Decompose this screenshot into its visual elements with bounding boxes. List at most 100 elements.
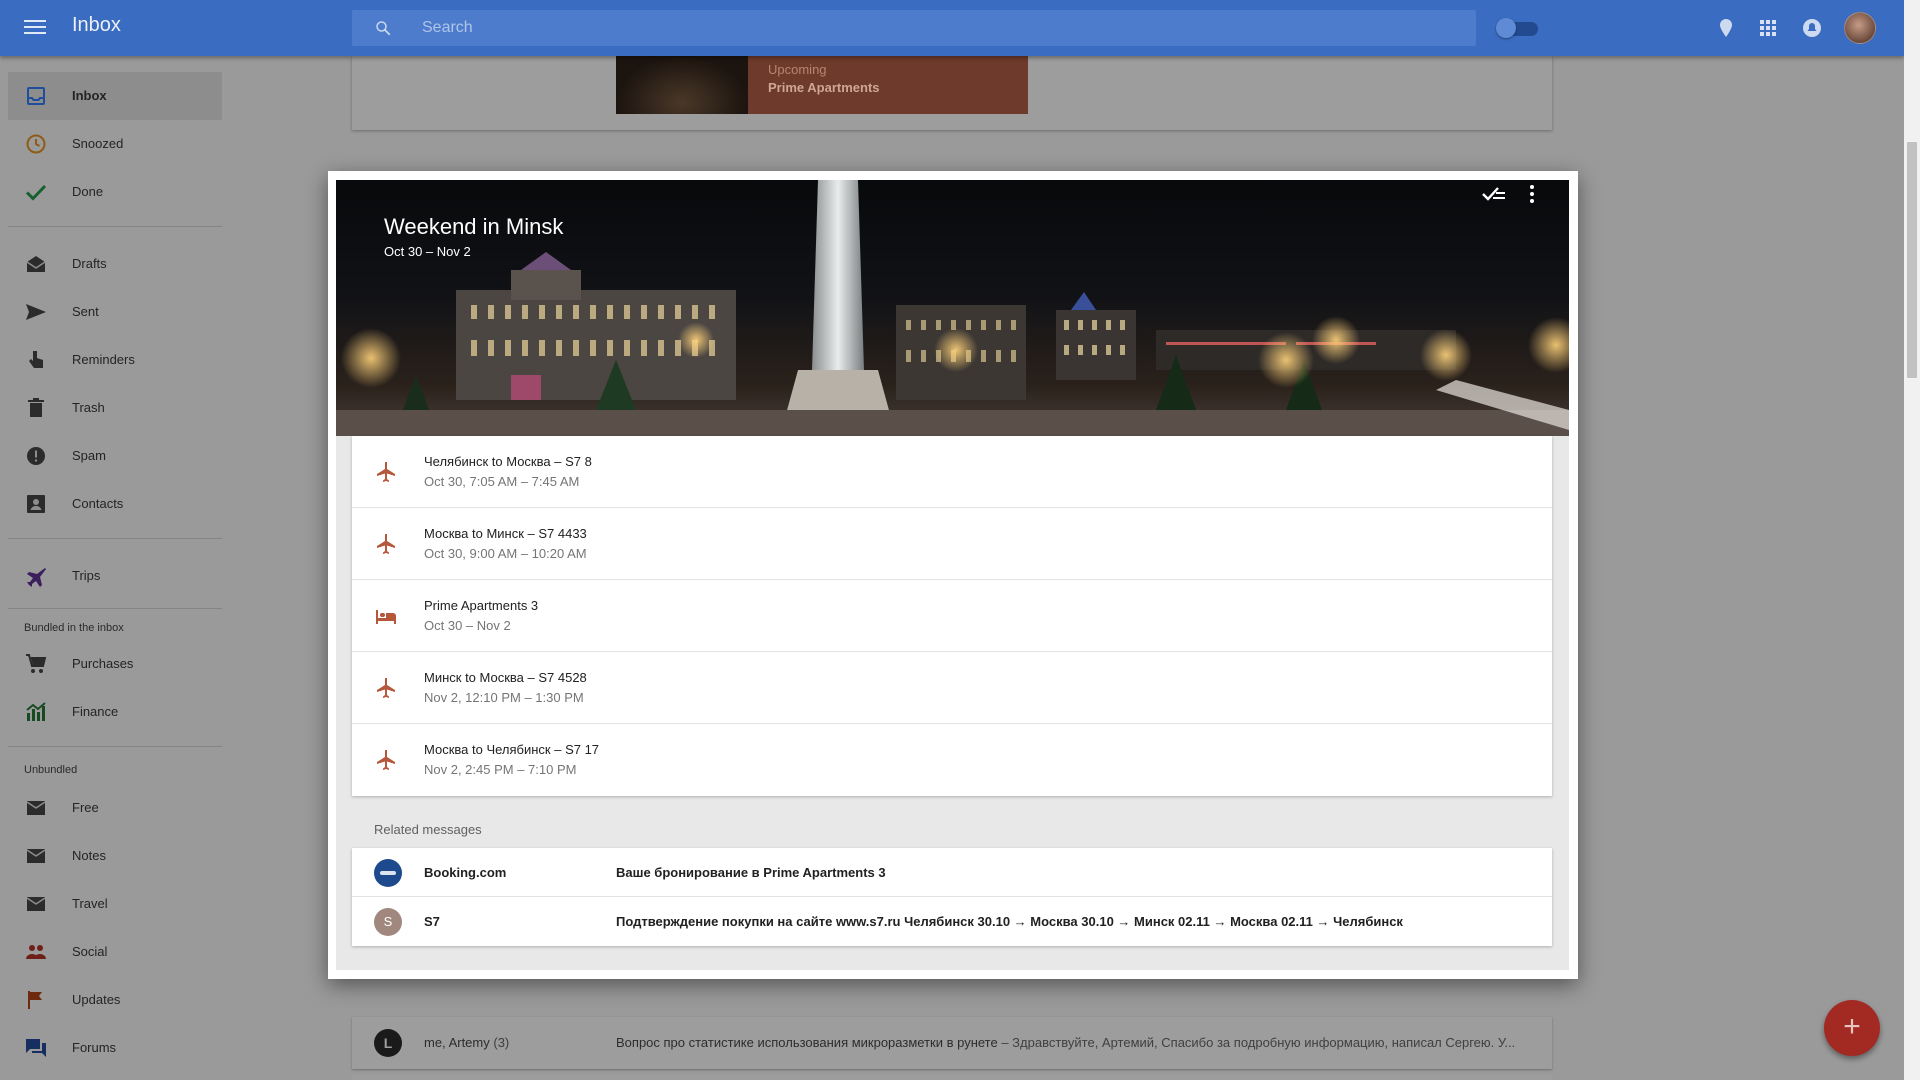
apps-grid-icon[interactable] (1756, 16, 1780, 40)
upcoming-thumbnail (616, 56, 748, 114)
sidebar-item-label: Updates (72, 992, 121, 1007)
page-scrollbar[interactable] (1904, 0, 1920, 1080)
upcoming-preview[interactable]: Upcoming Prime Apartments (616, 56, 1028, 114)
reservation-title: Москва to Минск – S7 4433 (424, 526, 587, 541)
check-icon (25, 184, 47, 201)
search-input[interactable] (422, 10, 1322, 46)
message-snippet: – Здравствуйте, Артемий, Спасибо за подр… (997, 1035, 1516, 1050)
notifications-icon[interactable] (1800, 16, 1824, 40)
sidebar-item-forums[interactable]: Forums (8, 1024, 222, 1072)
cart-icon (26, 654, 47, 673)
related-message[interactable]: Booking.com Ваше бронирование в Prime Ap… (352, 848, 1552, 897)
plane-icon (377, 678, 395, 698)
drafts-icon (26, 256, 46, 272)
search-bar[interactable] (352, 10, 1476, 46)
menu-icon[interactable] (22, 16, 48, 40)
reservation-time: Oct 30, 9:00 AM – 10:20 AM (424, 546, 587, 561)
sidebar-item-notes[interactable]: Notes (8, 832, 222, 880)
sidebar-item-label: Sent (72, 304, 99, 319)
mark-done-icon[interactable] (1480, 180, 1508, 208)
list-item[interactable]: L me, Artemy (3) Вопрос про статистике и… (352, 1017, 1552, 1069)
sidebar-item-label: Notes (72, 848, 106, 863)
related-messages-list: Booking.com Ваше бронирование в Prime Ap… (352, 848, 1552, 946)
inbox-icon (27, 87, 45, 105)
thread-count: (3) (493, 1035, 510, 1050)
avatar: S (374, 908, 402, 936)
sidebar-item-sent[interactable]: Sent (8, 288, 222, 336)
trip-title: Weekend in Minsk (384, 214, 564, 239)
sidebar: Inbox Snoozed Done Drafts Sent Reminders… (0, 56, 224, 1080)
reservation-title: Челябинск to Москва – S7 8 (424, 454, 592, 469)
sidebar-item-finance[interactable]: Finance (8, 688, 222, 736)
sidebar-item-purchases[interactable]: Purchases (8, 640, 222, 688)
sidebar-item-label: Finance (72, 704, 119, 719)
plane-icon (377, 534, 395, 554)
trip-hero-image: Weekend in Minsk Oct 30 – Nov 2 (336, 180, 1569, 436)
reservation-hotel[interactable]: Prime Apartments 3 Oct 30 – Nov 2 (352, 580, 1552, 652)
mail-icon (26, 849, 46, 863)
reservation-time: Nov 2, 12:10 PM – 1:30 PM (424, 690, 584, 705)
trip-dates: Oct 30 – Nov 2 (384, 244, 471, 259)
avatar: L (374, 1029, 402, 1057)
reservation-flight[interactable]: Челябинск to Москва – S7 8 Oct 30, 7:05 … (352, 436, 1552, 508)
mail-icon (26, 897, 46, 911)
message-subject: Ваше бронирование в Prime Apartments 3 (616, 865, 886, 880)
hotel-bed-icon (376, 610, 396, 624)
plane-icon (377, 462, 395, 482)
reservation-title: Prime Apartments 3 (424, 598, 539, 613)
sender-name: me, Artemy (3) (424, 1035, 509, 1050)
mail-icon (26, 801, 46, 815)
reminder-pin-icon[interactable] (1714, 16, 1738, 40)
sidebar-item-label: Travel (72, 896, 108, 911)
more-options-icon[interactable] (1518, 180, 1546, 208)
message-preview: Вопрос про статистике использования микр… (616, 1035, 1536, 1050)
sidebar-item-contacts[interactable]: Contacts (8, 480, 222, 528)
sidebar-item-updates[interactable]: Updates (8, 976, 222, 1024)
sidebar-item-drafts[interactable]: Drafts (8, 240, 222, 288)
message-subject: Подтверждение покупки на сайте www.s7.ru… (616, 914, 1403, 929)
upcoming-title: Prime Apartments (768, 80, 880, 95)
sidebar-item-free[interactable]: Free (8, 784, 222, 832)
list-item[interactable] (352, 1074, 1552, 1080)
flag-icon (28, 991, 42, 1009)
reservations-list: Челябинск to Москва – S7 8 Oct 30, 7:05 … (352, 436, 1552, 796)
reservation-flight[interactable]: Москва to Челябинск – S7 17 Nov 2, 2:45 … (352, 724, 1552, 796)
sidebar-item-inbox[interactable]: Inbox (8, 72, 222, 120)
contact-icon (27, 495, 45, 513)
compose-button[interactable]: + (1824, 1000, 1880, 1056)
reminder-hand-icon (29, 351, 43, 368)
sidebar-item-trash[interactable]: Trash (8, 384, 222, 432)
sidebar-item-done[interactable]: Done (8, 168, 222, 216)
sender-name: S7 (424, 914, 440, 929)
sidebar-item-label: Social (72, 944, 108, 959)
sidebar-item-travel[interactable]: Travel (8, 880, 222, 928)
reservation-time: Oct 30 – Nov 2 (424, 618, 511, 633)
forum-icon (26, 1039, 46, 1057)
plane-icon (27, 568, 46, 587)
divider (8, 746, 222, 747)
sidebar-item-label: Done (72, 184, 104, 199)
search-icon[interactable] (374, 19, 392, 37)
app-title[interactable]: Inbox (72, 14, 121, 37)
reservation-flight[interactable]: Минск to Москва – S7 4528 Nov 2, 12:10 P… (352, 652, 1552, 724)
related-message[interactable]: S S7 Подтверждение покупки на сайте www.… (352, 897, 1552, 946)
sidebar-item-reminders[interactable]: Reminders (8, 336, 222, 384)
sidebar-item-label: Trash (72, 400, 105, 415)
reservation-title: Минск to Москва – S7 4528 (424, 670, 587, 685)
reservation-flight[interactable]: Москва to Минск – S7 4433 Oct 30, 9:00 A… (352, 508, 1552, 580)
scrollbar-thumb[interactable] (1907, 142, 1917, 378)
upcoming-kicker: Upcoming (768, 62, 827, 77)
account-avatar[interactable] (1844, 12, 1876, 44)
sidebar-item-snoozed[interactable]: Snoozed (8, 120, 222, 168)
sidebar-item-label: Spam (72, 448, 106, 463)
sidebar-item-label: Free (72, 800, 99, 815)
sidebar-item-spam[interactable]: Spam (8, 432, 222, 480)
sidebar-item-label: Trips (72, 568, 101, 583)
sidebar-item-social[interactable]: Social (8, 928, 222, 976)
sidebar-item-trips[interactable]: Trips (8, 552, 222, 600)
message-subject: Вопрос про статистике использования микр… (616, 1035, 998, 1050)
chart-icon (26, 702, 46, 721)
pin-toggle[interactable] (1496, 18, 1540, 38)
divider (8, 226, 222, 227)
trash-icon (28, 398, 44, 417)
